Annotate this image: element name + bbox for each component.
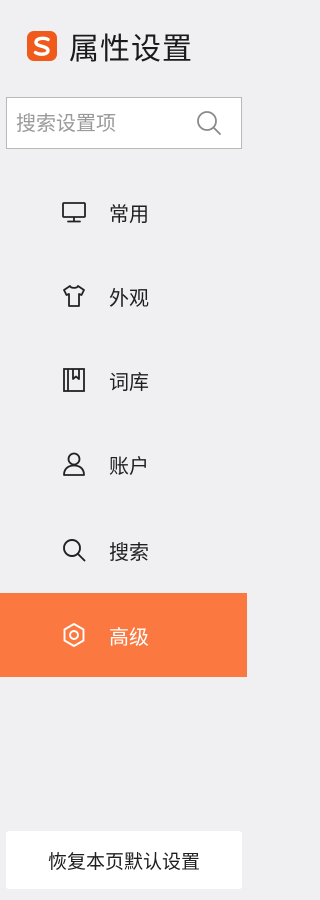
app-header: 属性设置 (25, 26, 193, 67)
sogou-logo-icon (25, 29, 59, 63)
sidebar-item-search[interactable]: 搜索 (0, 508, 247, 592)
sidebar-item-label: 词库 (109, 369, 149, 394)
sidebar-item-appearance[interactable]: 外观 (0, 254, 247, 338)
sidebar-item-account[interactable]: 账户 (0, 422, 247, 506)
sidebar-item-label: 外观 (109, 285, 149, 310)
sidebar-item-advanced[interactable]: 高级 (0, 593, 247, 677)
search-input[interactable] (16, 111, 191, 135)
search-icon (60, 536, 88, 564)
monitor-icon (60, 198, 88, 226)
search-box[interactable] (6, 97, 242, 149)
page-title: 属性设置 (69, 32, 193, 67)
search-button[interactable] (195, 109, 223, 137)
sidebar-item-common[interactable]: 常用 (0, 170, 247, 254)
shirt-icon (60, 282, 88, 310)
sidebar-item-label: 高级 (109, 624, 149, 649)
user-icon (60, 450, 88, 478)
sidebar-item-label: 账户 (109, 453, 149, 478)
sidebar-item-label: 常用 (109, 201, 149, 226)
gear-icon (60, 621, 88, 649)
magnifier-icon (197, 111, 221, 135)
sidebar-item-dictionary[interactable]: 词库 (0, 338, 247, 422)
sidebar-item-label: 搜索 (109, 539, 149, 564)
bookmark-book-icon (60, 366, 88, 394)
restore-defaults-button[interactable]: 恢复本页默认设置 (6, 831, 242, 889)
